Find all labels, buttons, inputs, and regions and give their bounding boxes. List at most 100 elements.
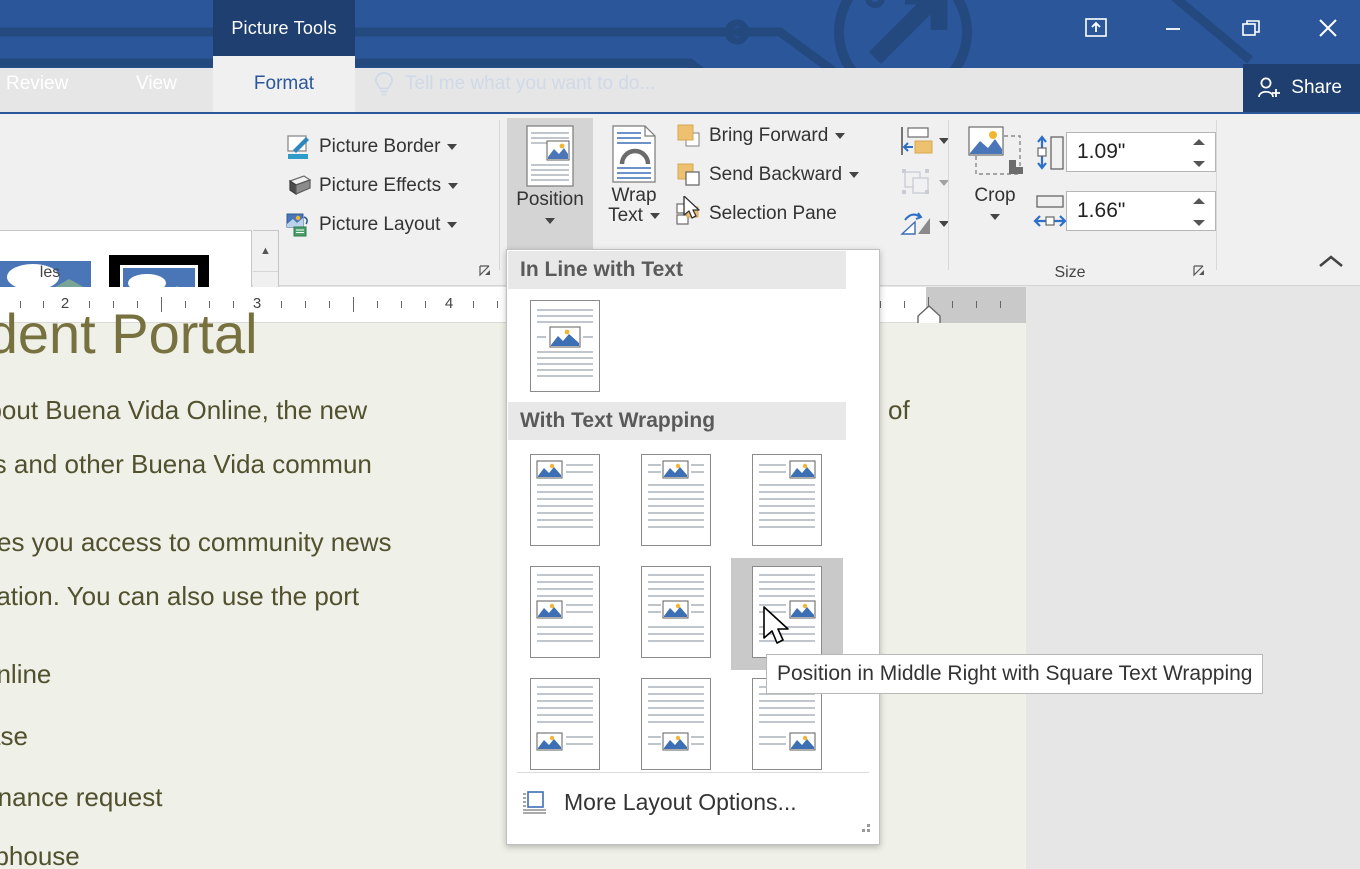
close-button[interactable] (1305, 0, 1351, 56)
wrap-text-icon (605, 124, 663, 186)
picture-styles-dialog-launcher[interactable] (478, 264, 494, 280)
collapse-ribbon-button[interactable] (1316, 252, 1346, 277)
chevron-down-icon[interactable] (849, 172, 859, 178)
crop-button[interactable]: Crop (960, 118, 1030, 250)
send-backward-label: Send Backward (709, 164, 842, 186)
rotate-objects-button[interactable] (900, 210, 949, 238)
document-paragraph: rmation. You can also use the port (0, 581, 359, 612)
chevron-down-icon[interactable] (650, 213, 660, 219)
rotate-objects-icon (900, 210, 934, 238)
picture-border-icon (286, 134, 312, 160)
send-backward-icon (676, 162, 702, 188)
mouse-cursor (762, 606, 796, 655)
document-list-item: ubhouse (0, 841, 80, 869)
ribbon-tabs: Review View Format Tell me what you want… (0, 56, 1360, 112)
tell-me-placeholder: Tell me what you want to do... (405, 56, 655, 112)
position-icon (521, 124, 579, 190)
tab-view[interactable]: View (122, 56, 191, 112)
position-middle-left[interactable] (509, 558, 621, 670)
gallery-scroll-up-button[interactable]: ▲ (253, 231, 278, 272)
shape-height-input[interactable]: 1.09" (1066, 132, 1216, 172)
position-middle-center[interactable] (620, 558, 732, 670)
crop-icon (964, 124, 1026, 186)
restore-button[interactable] (1228, 0, 1274, 56)
wrap-text-button[interactable]: Wrap Text (597, 118, 671, 250)
dialog-launcher-icon (478, 264, 494, 280)
wrap-text-label-line2: Text (608, 206, 643, 226)
picture-effects-icon (286, 173, 312, 199)
position-button[interactable]: Position (507, 118, 593, 250)
bring-forward-label: Bring Forward (709, 125, 828, 147)
picture-effects-button[interactable]: Picture Effects (286, 173, 458, 199)
selection-pane-label: Selection Pane (709, 203, 837, 225)
crop-label: Crop (974, 186, 1015, 206)
document-paragraph-fragment: of (888, 395, 910, 426)
send-backward-button[interactable]: Send Backward (676, 162, 859, 188)
stepper-up-icon[interactable] (1191, 196, 1207, 206)
position-dropdown-menu: In Line with Text (506, 249, 880, 845)
position-section-inline-heading: In Line with Text (508, 251, 846, 289)
group-objects-button[interactable] (900, 168, 949, 198)
document-heading: e Resident Portal (0, 301, 258, 366)
resize-grip[interactable] (859, 821, 873, 840)
picture-layout-label: Picture Layout (319, 214, 440, 236)
chevron-down-icon[interactable] (447, 222, 457, 228)
chevron-down-icon[interactable] (990, 214, 1000, 220)
bring-forward-icon (676, 123, 702, 149)
align-objects-button[interactable] (900, 126, 949, 156)
picture-border-button[interactable]: Picture Border (286, 134, 457, 160)
shape-height-value: 1.09" (1077, 140, 1125, 164)
chevron-down-icon[interactable] (545, 218, 555, 224)
group-objects-icon (900, 168, 934, 198)
layout-options-icon (522, 789, 548, 815)
position-bottom-center[interactable] (620, 670, 732, 782)
minimize-button[interactable] (1150, 0, 1196, 56)
lightbulb-icon (373, 70, 395, 98)
position-thumb-inline (531, 301, 599, 391)
group-separator (948, 120, 949, 270)
position-in-line-with-text[interactable] (509, 292, 621, 404)
shape-height-icon (1034, 134, 1068, 176)
more-layout-options-button[interactable]: More Layout Options... (508, 774, 880, 830)
close-icon (1315, 15, 1341, 41)
picture-border-label: Picture Border (319, 136, 440, 158)
shape-width-input[interactable]: 1.66" (1066, 191, 1216, 231)
picture-layout-button[interactable]: Picture Layout (286, 212, 457, 238)
chevron-down-icon[interactable] (448, 183, 458, 189)
shape-height-stepper[interactable] (1189, 137, 1209, 169)
position-top-left[interactable] (509, 446, 621, 558)
chevron-up-icon (1316, 252, 1346, 272)
menu-separator (517, 772, 869, 773)
position-top-center[interactable] (620, 446, 732, 558)
stepper-down-icon[interactable] (1191, 218, 1207, 228)
tell-me-search[interactable]: Tell me what you want to do... (373, 56, 655, 112)
bring-forward-button[interactable]: Bring Forward (676, 123, 845, 149)
dialog-launcher-icon (1192, 264, 1208, 280)
ribbon-cursor (683, 196, 703, 227)
picture-effects-label: Picture Effects (319, 175, 441, 197)
align-objects-icon (900, 126, 934, 156)
stepper-up-icon[interactable] (1191, 137, 1207, 147)
ribbon-display-options-button[interactable] (1073, 0, 1119, 56)
cursor-arrow-icon (762, 606, 796, 650)
tab-review[interactable]: Review (0, 56, 82, 112)
tab-format[interactable]: Format (213, 56, 355, 112)
restore-icon (1239, 16, 1263, 40)
picture-layout-icon (286, 212, 312, 238)
position-top-right[interactable] (731, 446, 843, 558)
document-list-item: ase (0, 721, 28, 752)
group-separator (1216, 120, 1217, 270)
ribbon-top-rule (0, 112, 1360, 114)
word-window: Picture Tools Olenna Mason (0, 0, 1360, 869)
position-label: Position (516, 190, 584, 210)
contextual-tab-title: Picture Tools (213, 0, 355, 56)
chevron-down-icon[interactable] (835, 133, 845, 139)
stepper-down-icon[interactable] (1191, 159, 1207, 169)
wrap-text-label-line1: Wrap (611, 186, 656, 206)
size-dialog-launcher[interactable] (1192, 264, 1208, 280)
shape-width-stepper[interactable] (1189, 196, 1209, 228)
document-list-item: tenance request (0, 782, 162, 813)
document-list-item: online (0, 659, 51, 690)
position-bottom-left[interactable] (509, 670, 621, 782)
chevron-down-icon[interactable] (447, 144, 457, 150)
